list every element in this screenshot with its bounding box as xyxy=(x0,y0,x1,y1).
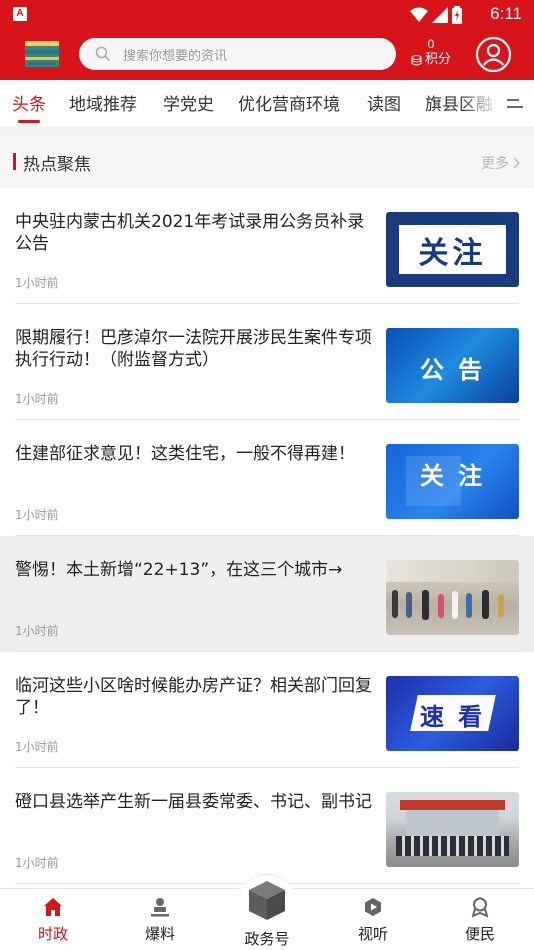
news-thumbnail: 公 告 xyxy=(386,328,519,403)
logo-icon xyxy=(25,41,59,67)
news-item[interactable]: 临河这些小区啥时候能办房产证？相关部门回复了！ 1小时前 速 看 xyxy=(0,652,534,768)
points-widget[interactable]: 0 积分 xyxy=(406,37,456,73)
tab-photos[interactable]: 读图 xyxy=(367,90,401,115)
cube-icon[interactable] xyxy=(245,878,289,922)
active-tab-indicator xyxy=(18,120,40,123)
thumbnail-text: 公 告 xyxy=(419,356,486,384)
news-time: 1小时前 xyxy=(15,508,59,522)
chevron-right-icon xyxy=(513,157,520,169)
wifi-icon xyxy=(410,7,428,22)
news-item[interactable]: 限期履行！巴彦淖尔一法院开展涉民生案件专项执行行动！（附监督方式） 1小时前 公… xyxy=(0,304,534,420)
more-link[interactable]: 更多 xyxy=(481,153,520,173)
nav-label: 时政 xyxy=(37,925,68,943)
tab-fade xyxy=(460,80,500,126)
app-logo[interactable] xyxy=(24,39,60,69)
nav-services[interactable]: 便民 xyxy=(440,889,520,950)
search-icon xyxy=(95,46,111,62)
status-bar: A 6:11 xyxy=(0,0,534,30)
news-thumbnail: 关 注 xyxy=(386,444,519,519)
tab-headlines[interactable]: 头条 xyxy=(12,90,46,115)
status-icons xyxy=(410,5,462,25)
nav-label: 视听 xyxy=(357,925,388,943)
menu-icon[interactable] xyxy=(505,96,525,110)
news-title: 临河这些小区啥时候能办房产证？相关部门回复了！ xyxy=(15,676,372,718)
news-time: 1小时前 xyxy=(15,624,59,638)
news-time: 1小时前 xyxy=(15,856,59,870)
user-avatar-icon[interactable] xyxy=(475,36,512,73)
thumbnail-text: 速 看 xyxy=(419,703,486,731)
thumbnail-text: 关注 xyxy=(418,236,487,271)
divider xyxy=(0,126,534,136)
tab-party-history[interactable]: 学党史 xyxy=(163,90,214,115)
news-title: 住建部征求意见！这类住宅，一般不得再建！ xyxy=(15,444,355,464)
points-label: 积分 xyxy=(424,52,451,67)
battery-icon xyxy=(452,6,462,24)
more-label: 更多 xyxy=(481,156,509,172)
signal-icon xyxy=(432,7,448,23)
tab-regional[interactable]: 地域推荐 xyxy=(69,90,137,115)
clock: 6:11 xyxy=(490,4,522,23)
home-icon xyxy=(44,898,62,916)
app-header: 搜索你想要的资讯 0 积分 xyxy=(0,30,534,80)
news-time: 1小时前 xyxy=(15,276,59,290)
nav-government-accounts[interactable]: 政务号 xyxy=(226,928,308,949)
thumbnail-text: 关 注 xyxy=(419,462,486,490)
news-item[interactable]: 住建部征求意见！这类住宅，一般不得再建！ 1小时前 关 注 xyxy=(0,420,534,536)
news-item[interactable]: 警惕！本土新增“22+13”，在这三个城市→ 1小时前 xyxy=(0,536,534,652)
app-notification-icon: A xyxy=(13,7,27,21)
news-photo xyxy=(386,560,519,635)
news-time: 1小时前 xyxy=(15,392,59,406)
news-thumbnail: 关注 xyxy=(386,212,519,287)
person-stamp-icon xyxy=(151,898,169,917)
news-time: 1小时前 xyxy=(15,740,59,754)
news-item[interactable]: 中央驻内蒙古机关2021年考试录用公务员补录公告 1小时前 关注 xyxy=(0,188,534,304)
section-accent xyxy=(13,153,16,170)
nav-audiovisual[interactable]: 视听 xyxy=(333,889,413,950)
coins-icon xyxy=(411,54,422,65)
news-item[interactable]: 磴口县选举产生新一届县委常委、书记、副书记 1小时前 xyxy=(0,768,534,884)
nav-label: 便民 xyxy=(464,925,495,943)
points-value: 0 xyxy=(427,37,435,51)
news-title: 警惕！本土新增“22+13”，在这三个城市→ xyxy=(15,560,343,580)
search-placeholder: 搜索你想要的资讯 xyxy=(123,48,228,64)
news-photo xyxy=(386,792,519,867)
search-bar[interactable]: 搜索你想要的资讯 xyxy=(79,38,396,70)
category-tabs: 头条 地域推荐 学党史 优化营商环境 读图 旗县区融 xyxy=(0,80,534,126)
medal-icon xyxy=(471,897,489,917)
nav-tipoff[interactable]: 爆料 xyxy=(120,889,200,950)
news-title: 限期履行！巴彦淖尔一法院开展涉民生案件专项执行行动！（附监督方式） xyxy=(15,328,372,370)
section-title: 热点聚焦 xyxy=(23,155,91,175)
news-thumbnail: 速 看 xyxy=(386,676,519,751)
nav-label: 爆料 xyxy=(144,925,175,943)
news-title: 磴口县选举产生新一届县委常委、书记、副书记 xyxy=(15,792,372,812)
section-header: 热点聚焦 更多 xyxy=(0,136,534,188)
play-icon xyxy=(365,898,381,916)
nav-politics[interactable]: 时政 xyxy=(13,889,93,950)
tab-business-environment[interactable]: 优化营商环境 xyxy=(238,90,340,115)
news-title: 中央驻内蒙古机关2021年考试录用公务员补录公告 xyxy=(15,212,365,254)
